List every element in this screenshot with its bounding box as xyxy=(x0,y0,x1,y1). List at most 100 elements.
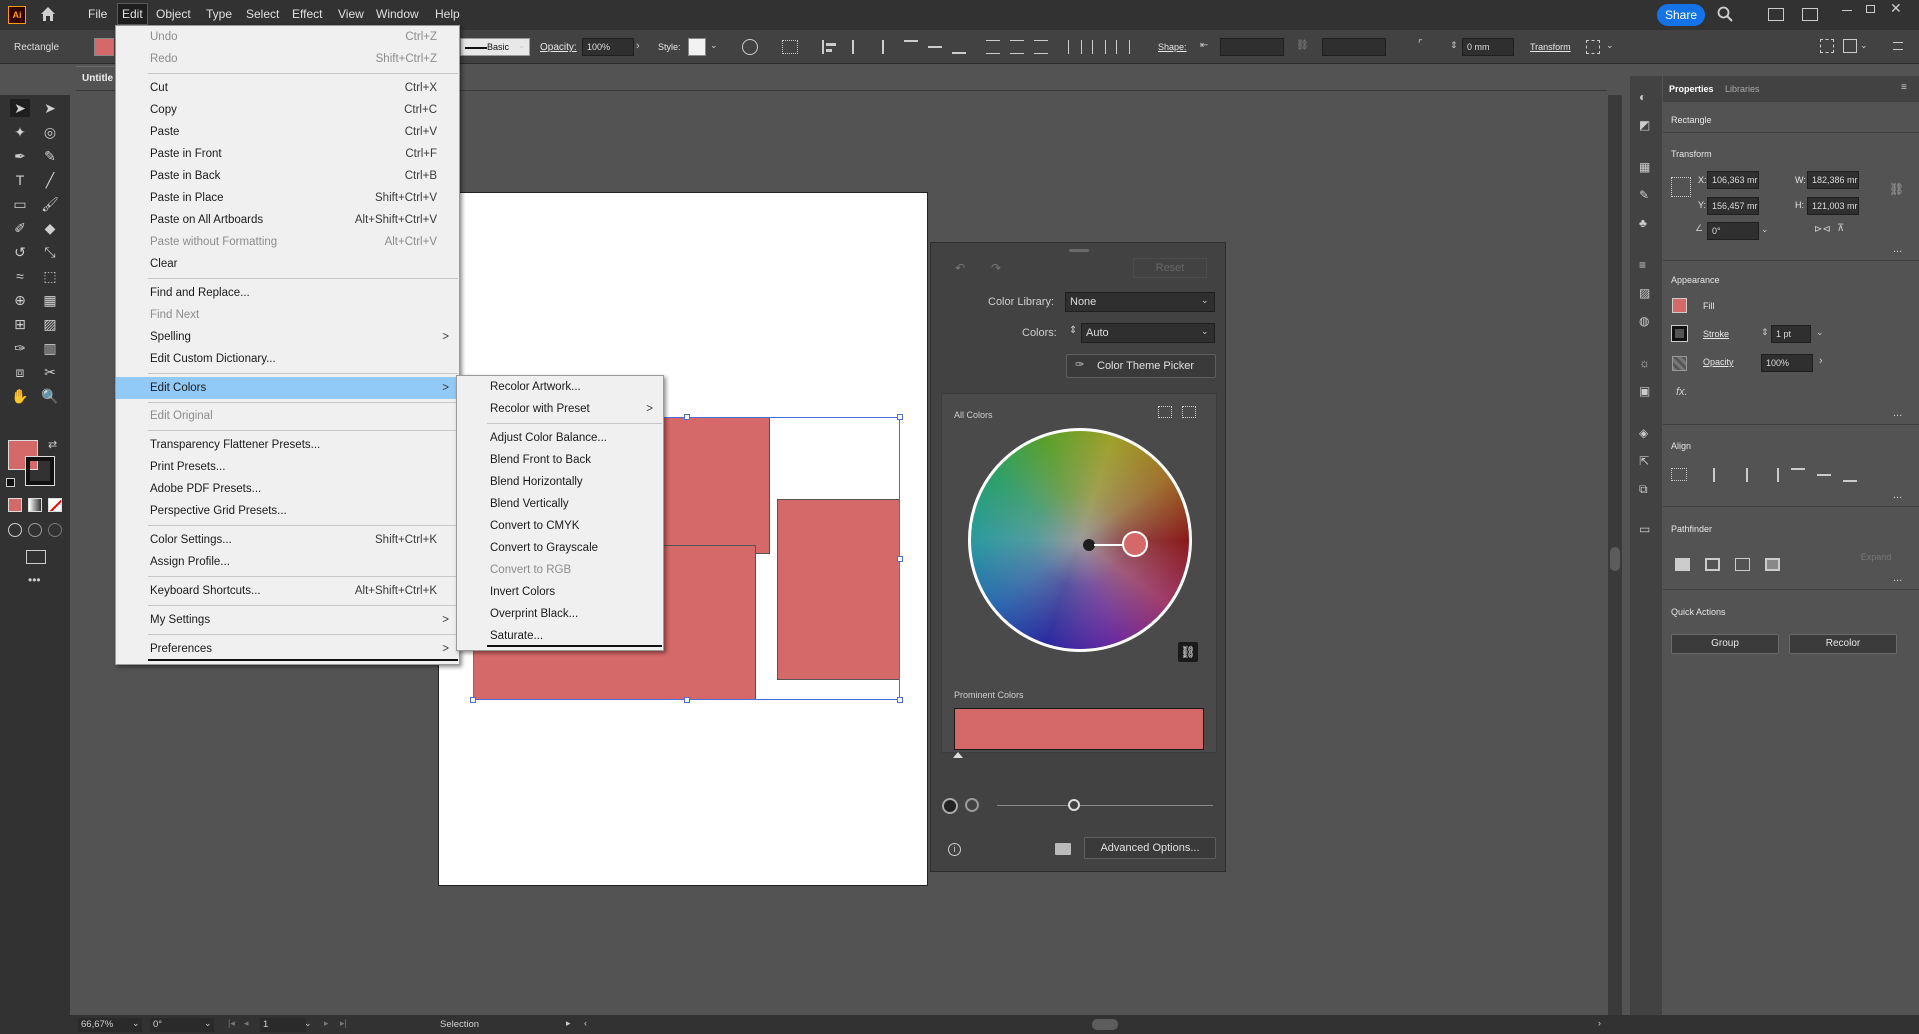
color-wheel[interactable] xyxy=(968,428,1192,652)
color-theme-picker-button[interactable]: Color Theme Picker xyxy=(1066,354,1216,378)
tab-libraries[interactable]: Libraries xyxy=(1725,84,1760,94)
recolor-globe-icon[interactable] xyxy=(742,39,758,55)
brush-chevron-icon[interactable]: ⌄ xyxy=(518,40,526,51)
menu-item-paste-without-formatting[interactable]: Paste without Formatting Alt+Ctrl+V xyxy=(116,232,459,252)
lasso-tool-icon[interactable]: ◎ xyxy=(40,123,60,141)
link-dimensions-icon[interactable]: ⛓ xyxy=(1296,40,1309,51)
minimize-icon[interactable] xyxy=(1842,10,1852,11)
panel-grip[interactable] xyxy=(1069,249,1089,252)
artboards-icon[interactable]: ⧉ xyxy=(1639,482,1648,497)
info-icon[interactable]: i xyxy=(948,843,961,856)
brushes-icon[interactable]: ✎ xyxy=(1639,188,1649,202)
curvature-tool-icon[interactable]: ✎ xyxy=(40,147,60,165)
menu-item-print-presets[interactable]: Print Presets... xyxy=(116,457,459,477)
menu-item-edit-colors[interactable]: Edit Colors > xyxy=(116,377,459,399)
distribute-bottom-icon[interactable] xyxy=(1034,40,1048,54)
flip-horizontal-icon[interactable]: ⊳⊲ xyxy=(1814,224,1831,235)
submenu-item-convert-to-rgb[interactable]: Convert to RGB xyxy=(457,560,663,580)
reference-point-icon[interactable] xyxy=(1671,177,1691,197)
panel-align-center-icon[interactable] xyxy=(1739,468,1753,482)
intersect-icon[interactable] xyxy=(1735,558,1750,571)
menu-type[interactable]: Type xyxy=(206,7,232,21)
undo-icon[interactable]: ↶ xyxy=(955,261,965,275)
more-tools-icon[interactable]: ••• xyxy=(28,573,41,587)
menu-item-cut[interactable]: Cut Ctrl+X xyxy=(116,78,459,98)
submenu-item-convert-to-grayscale[interactable]: Convert to Grayscale xyxy=(457,538,663,558)
show-segments-icon[interactable] xyxy=(1158,406,1172,418)
menu-item-paste-in-place[interactable]: Paste in Place Shift+Ctrl+V xyxy=(116,188,459,208)
menu-item-transparency-flattener-presets[interactable]: Transparency Flattener Presets... xyxy=(116,435,459,455)
minus-front-icon[interactable] xyxy=(1705,558,1720,571)
pathfinder-more-icon[interactable]: ... xyxy=(1893,572,1902,584)
color-panel-icon[interactable]: ◐ xyxy=(1639,90,1646,104)
appearance-panel-icon[interactable]: ☼ xyxy=(1639,356,1650,370)
default-colors-icon[interactable] xyxy=(6,478,15,487)
shape-width-field[interactable] xyxy=(1220,38,1284,56)
opacity-arrow-icon[interactable]: › xyxy=(636,40,640,52)
distribute-middle-icon[interactable] xyxy=(1010,40,1024,54)
transform-options-icon[interactable] xyxy=(1586,40,1600,54)
submenu-item-blend-vertically[interactable]: Blend Vertically xyxy=(457,494,663,514)
menu-item-my-settings[interactable]: My Settings > xyxy=(116,610,459,630)
draw-inside-icon[interactable] xyxy=(48,523,62,537)
align-center-icon[interactable] xyxy=(846,40,860,54)
gradient-panel-icon[interactable]: ▨ xyxy=(1639,286,1650,300)
selection-tool-icon[interactable]: ➤ xyxy=(10,99,30,117)
menu-help[interactable]: Help xyxy=(435,7,460,21)
shape-label[interactable]: Shape: xyxy=(1158,42,1187,52)
shaper-tool-icon[interactable]: ✐ xyxy=(10,219,30,237)
fx-button[interactable]: fx. xyxy=(1676,386,1688,398)
distribute-right-icon[interactable] xyxy=(1116,40,1130,54)
opacity-label[interactable]: Opacity: xyxy=(540,42,577,53)
stroke-chevron-icon[interactable]: ⌄ xyxy=(1816,327,1824,338)
menu-item-color-settings[interactable]: Color Settings... Shift+Ctrl+K xyxy=(116,530,459,550)
gradient-tool-icon[interactable]: ▨ xyxy=(40,315,60,333)
shape-height-field[interactable] xyxy=(1322,38,1386,56)
next-artboard-icon[interactable]: ▸ xyxy=(324,1018,329,1029)
direct-selection-tool-icon[interactable]: ➤ xyxy=(40,99,60,117)
draw-mode-icon[interactable] xyxy=(8,523,22,537)
panel-align-bottom-icon[interactable] xyxy=(1843,468,1857,482)
color-library-dropdown[interactable]: None xyxy=(1065,292,1215,312)
menu-select[interactable]: Select xyxy=(246,7,279,21)
transform-more-icon[interactable]: ... xyxy=(1893,243,1902,255)
home-icon[interactable] xyxy=(40,6,56,22)
menu-item-keyboard-shortcuts[interactable]: Keyboard Shortcuts... Alt+Shift+Ctrl+K xyxy=(116,581,459,601)
width-tool-icon[interactable]: ≈ xyxy=(10,267,30,285)
distribute-center-icon[interactable] xyxy=(1092,40,1106,54)
menu-item-copy[interactable]: Copy Ctrl+C xyxy=(116,100,459,120)
eyedropper-tool-icon[interactable]: ✑ xyxy=(10,339,30,357)
appearance-fill-swatch[interactable] xyxy=(1672,298,1687,313)
menu-item-redo[interactable]: Redo Shift+Ctrl+Z xyxy=(116,49,459,69)
menu-item-edit-custom-dictionary[interactable]: Edit Custom Dictionary... xyxy=(116,349,459,369)
menu-item-paste-in-back[interactable]: Paste in Back Ctrl+B xyxy=(116,166,459,186)
align-to-selection-icon[interactable] xyxy=(782,40,798,54)
fill-swatch[interactable] xyxy=(94,38,114,56)
opacity-arrow-icon[interactable]: › xyxy=(1819,355,1823,367)
group-button[interactable]: Group xyxy=(1671,634,1779,654)
panel-align-left-icon[interactable] xyxy=(1713,468,1727,482)
align-right-icon[interactable] xyxy=(870,40,884,54)
constrain-proportions-icon[interactable]: ⛓ xyxy=(1889,182,1904,196)
export-icon[interactable]: ⇱ xyxy=(1639,454,1649,468)
angle-chevron-icon[interactable]: ⌄ xyxy=(1761,224,1769,235)
stroke-panel-icon[interactable]: ≡ xyxy=(1639,258,1646,272)
appearance-more-icon[interactable]: ... xyxy=(1893,407,1902,419)
x-field[interactable]: 106,363 mr xyxy=(1707,171,1759,189)
artboard-number-field[interactable]: 1 xyxy=(260,1018,306,1032)
recolor-button[interactable]: Recolor xyxy=(1789,634,1897,654)
view-mode-icon[interactable] xyxy=(942,798,958,814)
last-artboard-icon[interactable]: ▸| xyxy=(340,1018,347,1029)
arrange-documents-icon[interactable] xyxy=(1768,8,1784,21)
type-tool-icon[interactable]: T xyxy=(10,171,30,189)
slice-tool-icon[interactable]: ✂ xyxy=(40,363,60,381)
advanced-options-button[interactable]: Advanced Options... xyxy=(1084,837,1216,859)
menu-item-clear[interactable]: Clear xyxy=(116,254,459,274)
view-mode-alt-icon[interactable] xyxy=(965,798,979,812)
magic-wand-tool-icon[interactable]: ✦ xyxy=(10,123,30,141)
pen-tool-icon[interactable]: ✒ xyxy=(10,147,30,165)
panel-align-middle-icon[interactable] xyxy=(1817,468,1831,482)
transform-chevron-icon[interactable]: ⌄ xyxy=(1606,40,1614,51)
h-field[interactable]: 121,003 mr xyxy=(1807,197,1859,215)
close-icon[interactable]: ✕ xyxy=(1890,0,1902,17)
